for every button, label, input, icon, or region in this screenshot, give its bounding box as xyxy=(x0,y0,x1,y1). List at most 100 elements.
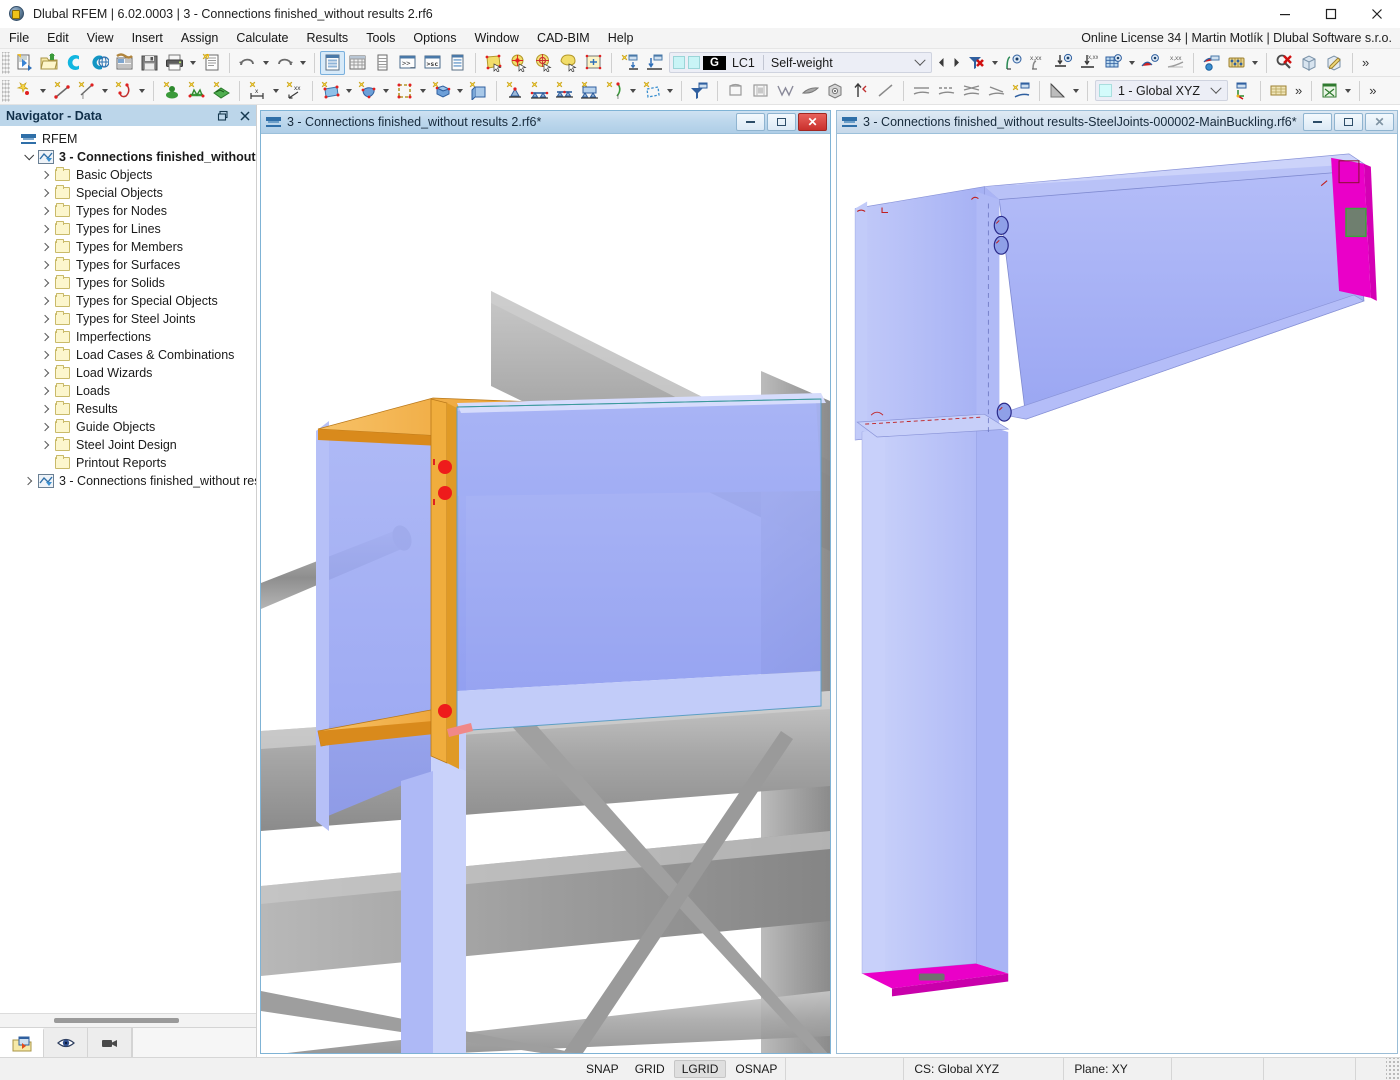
print-dropdown-arrow[interactable] xyxy=(187,51,199,75)
tree-expander-icon[interactable] xyxy=(36,334,54,340)
tree-item[interactable]: Types for Steel Joints xyxy=(0,310,256,328)
chevron-down-icon[interactable] xyxy=(911,59,929,67)
tree-item[interactable]: Loads xyxy=(0,382,256,400)
view-front-button[interactable] xyxy=(723,79,748,103)
tree-item[interactable]: 3 - Connections finished_without results xyxy=(0,148,256,166)
export-dropdown[interactable] xyxy=(1342,79,1354,103)
data-panel-button[interactable] xyxy=(445,51,470,75)
insert-quad-surface-button[interactable] xyxy=(318,79,343,103)
table-grid-button[interactable] xyxy=(345,51,370,75)
menu-insert[interactable]: Insert xyxy=(123,28,172,49)
view-shading-button[interactable] xyxy=(798,79,823,103)
tree-expander-icon[interactable] xyxy=(19,478,37,484)
toolbar-insert-overflow-1[interactable]: » xyxy=(1291,83,1306,98)
insert-line-button[interactable] xyxy=(49,79,74,103)
align-4-button[interactable] xyxy=(984,79,1009,103)
tree-item[interactable]: Basic Objects xyxy=(0,166,256,184)
insert-member-hinge-button[interactable]: I xyxy=(602,79,627,103)
undo-button[interactable] xyxy=(235,51,260,75)
mdi-left-titlebar[interactable]: 3 - Connections finished_without results… xyxy=(261,111,830,134)
tree-expander-icon[interactable] xyxy=(36,406,54,412)
tree-expander-icon[interactable] xyxy=(19,154,37,161)
lasso-selection-button[interactable] xyxy=(556,51,581,75)
tab-navigator-views[interactable] xyxy=(88,1028,132,1057)
window-close-button[interactable] xyxy=(1354,0,1400,28)
export-to-excel-button[interactable] xyxy=(1317,79,1342,103)
tree-item[interactable]: Guide Objects xyxy=(0,418,256,436)
status-toggle-lgrid[interactable]: LGRID xyxy=(674,1060,727,1078)
insert-quad-dropdown[interactable] xyxy=(343,79,355,103)
tree-expander-icon[interactable] xyxy=(36,226,54,232)
work-plane-button[interactable] xyxy=(1266,79,1291,103)
snap-align-button[interactable] xyxy=(1009,79,1034,103)
mdi-left-canvas[interactable] xyxy=(261,134,830,1053)
tree-item[interactable]: Special Objects xyxy=(0,184,256,202)
delete-results-dropdown-arrow[interactable] xyxy=(989,51,1001,75)
insert-dimension-xx-button[interactable]: xx xyxy=(282,79,307,103)
snap-button[interactable] xyxy=(617,51,642,75)
script-editor-button[interactable]: >sc xyxy=(420,51,445,75)
previous-load-case-button[interactable] xyxy=(934,51,949,75)
redo-dropdown-arrow[interactable] xyxy=(297,51,309,75)
result-section-button[interactable] xyxy=(1199,51,1224,75)
support-forces-button[interactable]: x,xx xyxy=(1076,51,1101,75)
console-button[interactable]: >>_ xyxy=(395,51,420,75)
tree-item[interactable]: Printout Reports xyxy=(0,454,256,472)
insert-gas-dropdown[interactable] xyxy=(454,79,466,103)
tree-item[interactable]: Results xyxy=(0,400,256,418)
insert-dimension-dropdown[interactable] xyxy=(270,79,282,103)
tree-expander-icon[interactable] xyxy=(36,244,54,250)
menu-file[interactable]: File xyxy=(0,28,38,49)
tab-navigator-data[interactable] xyxy=(0,1028,44,1057)
insert-release-dropdown[interactable] xyxy=(664,79,676,103)
tree-item[interactable]: Load Wizards xyxy=(0,364,256,382)
resize-grip[interactable] xyxy=(1386,1058,1400,1080)
tree-expander-icon[interactable] xyxy=(36,424,54,430)
tree-expander-icon[interactable] xyxy=(36,370,54,376)
menu-help[interactable]: Help xyxy=(599,28,643,49)
tree-expander-icon[interactable] xyxy=(36,316,54,322)
view-zoom-all-button[interactable] xyxy=(848,79,873,103)
tree-expander-icon[interactable] xyxy=(36,388,54,394)
tree-item[interactable]: 3 - Connections finished_without results xyxy=(0,472,256,490)
insert-member-button[interactable] xyxy=(159,79,184,103)
menu-window[interactable]: Window xyxy=(465,28,527,49)
status-toggle-grid[interactable]: GRID xyxy=(628,1060,672,1078)
insert-release-button[interactable] xyxy=(639,79,664,103)
status-toggle-snap[interactable]: SNAP xyxy=(579,1060,626,1078)
toolbar-insert-overflow-2[interactable]: » xyxy=(1365,83,1380,98)
load-case-combo[interactable]: G LC1 Self-weight xyxy=(669,52,932,73)
view-cube-button[interactable] xyxy=(823,79,848,103)
tree-expander-icon[interactable] xyxy=(36,172,54,178)
window-minimize-button[interactable] xyxy=(1262,0,1308,28)
insert-opening-button[interactable] xyxy=(392,79,417,103)
tree-expander-icon[interactable] xyxy=(36,262,54,268)
select-surface-button[interactable] xyxy=(481,51,506,75)
deformations-button[interactable] xyxy=(1001,51,1026,75)
web-service-button[interactable] xyxy=(87,51,112,75)
insert-solid-gas-button[interactable] xyxy=(429,79,454,103)
tree-expander-icon[interactable] xyxy=(36,208,54,214)
mdi-right-maximize-button[interactable] xyxy=(1334,113,1363,131)
measure-button[interactable] xyxy=(1045,79,1070,103)
insert-node-dropdown[interactable] xyxy=(37,79,49,103)
toolbar-overflow-button[interactable]: » xyxy=(1358,55,1373,70)
solid-view-button[interactable] xyxy=(1297,51,1322,75)
insert-solid-button[interactable] xyxy=(355,79,380,103)
menu-calculate[interactable]: Calculate xyxy=(227,28,297,49)
tree-item[interactable]: Types for Members xyxy=(0,238,256,256)
tree-expander-icon[interactable] xyxy=(36,298,54,304)
tree-expander-icon[interactable] xyxy=(36,442,54,448)
delete-results-button[interactable] xyxy=(964,51,989,75)
align-2-button[interactable] xyxy=(934,79,959,103)
result-values-button[interactable]: x,xx xyxy=(1163,51,1188,75)
coordinate-system-combo[interactable]: 1 - Global XYZ xyxy=(1095,80,1228,101)
tree-item[interactable]: Types for Lines xyxy=(0,220,256,238)
rendering-button[interactable] xyxy=(1322,51,1347,75)
insert-polyline-dropdown[interactable] xyxy=(136,79,148,103)
mdi-right-canvas[interactable] xyxy=(837,134,1397,1053)
selection-window-button[interactable] xyxy=(581,51,606,75)
insert-node-button[interactable] xyxy=(12,79,37,103)
insert-solid-dropdown[interactable] xyxy=(380,79,392,103)
close-icon[interactable] xyxy=(234,105,256,126)
